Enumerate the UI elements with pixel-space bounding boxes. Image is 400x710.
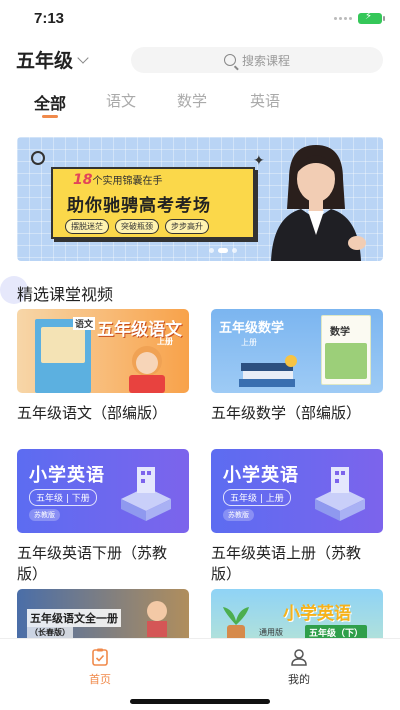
thumb-title: 小学英语 — [223, 465, 299, 486]
isometric-building-icon — [121, 467, 171, 521]
reading-girl-icon — [129, 346, 165, 393]
tab-math[interactable]: 数学 — [177, 90, 207, 111]
course-card[interactable]: 小学英语 五年级 | 下册 苏教版 五年级英语下册（苏教版） — [17, 449, 189, 585]
status-time: 7:13 — [34, 10, 65, 27]
signal-icon — [334, 17, 352, 20]
thumb-note: 上册 — [157, 337, 173, 346]
thumb-sub: （长春版） — [27, 627, 73, 638]
top-header: 五年级 搜索课程 — [0, 44, 400, 78]
thumb-sub: 数学 — [330, 327, 350, 338]
status-bar: 7:13 ⚡ — [0, 0, 400, 40]
banner-tag: 突破瓶颈 — [115, 219, 159, 234]
books-stack-icon — [239, 355, 297, 387]
tab-active-indicator — [42, 115, 58, 118]
thumb-title: 小学英语 — [283, 604, 351, 624]
banner-pagination — [209, 248, 237, 253]
course-thumbnail: 五年级语文 语文 上册 — [17, 309, 189, 393]
home-clipboard-icon — [92, 648, 108, 666]
chevron-down-icon — [77, 51, 89, 64]
course-thumbnail: 小学英语 五年级 | 上册 苏教版 — [211, 449, 383, 533]
thumb-title: 小学英语 — [29, 465, 105, 486]
course-card[interactable]: 五年级数学 上册 数学 五年级数学（部编版） — [211, 309, 383, 424]
course-card[interactable]: 小学英语 五年级 | 上册 苏教版 五年级英语上册（苏教版） — [211, 449, 383, 585]
banner-number: 18 — [73, 172, 93, 188]
course-title: 五年级英语上册（苏教版） — [211, 544, 362, 583]
thumb-sub: 五年级 | 下册 — [29, 489, 97, 506]
banner-headline: 助你驰骋高考考场 — [67, 196, 211, 216]
banner-top-line: 18个实用锦囊在手 — [73, 172, 162, 188]
thumb-sub: 语文 — [73, 317, 96, 330]
thumb-note: 上册 — [241, 338, 257, 347]
thumb-title: 五年级语文全一册 — [27, 609, 121, 627]
banner-tags: 摆脱迷茫 突破瓶颈 步步高升 — [65, 219, 209, 234]
promo-banner[interactable]: ✦ 18个实用锦囊在手 助你驰骋高考考场 摆脱迷茫 突破瓶颈 步步高升 — [17, 137, 383, 261]
banner-tag: 步步高升 — [165, 219, 209, 234]
thumb-note: 苏教版 — [223, 509, 254, 521]
course-title: 五年级英语下册（苏教版） — [17, 544, 168, 583]
search-placeholder: 搜索课程 — [241, 53, 290, 68]
course-title: 五年级语文（部编版） — [17, 404, 168, 422]
course-thumbnail: 小学英语 五年级 | 下册 苏教版 — [17, 449, 189, 533]
thumb-sub: 五年级 | 上册 — [223, 489, 291, 506]
banner-top-text: 个实用锦囊在手 — [92, 176, 163, 187]
isometric-building-icon — [315, 467, 365, 521]
thumb-title: 五年级数学 — [219, 321, 285, 336]
tab-chinese[interactable]: 语文 — [106, 90, 136, 111]
banner-headline-card: 18个实用锦囊在手 助你驰骋高考考场 摆脱迷茫 突破瓶颈 步步高升 — [51, 167, 255, 239]
tab-english[interactable]: 英语 — [250, 90, 280, 111]
teacher-illustration — [271, 145, 366, 261]
search-bar[interactable]: 搜索课程 — [131, 47, 383, 73]
grade-label: 五年级 — [16, 50, 74, 72]
nav-profile[interactable]: 我的 — [259, 647, 339, 687]
tab-all[interactable]: 全部 — [34, 90, 66, 114]
subject-tabs: 全部 语文 数学 英语 — [0, 88, 400, 128]
section-title: 精选课堂视频 — [17, 285, 114, 304]
grade-selector[interactable]: 五年级 — [16, 46, 89, 73]
status-icons: ⚡ — [334, 11, 385, 24]
course-title: 五年级数学（部编版） — [211, 404, 362, 422]
course-thumbnail: 五年级数学 上册 数学 — [211, 309, 383, 393]
nav-home-label: 首页 — [89, 673, 111, 686]
banner-circle-decoration — [31, 151, 45, 165]
banner-tag: 摆脱迷茫 — [65, 219, 109, 234]
sprout-icon — [223, 607, 249, 641]
home-indicator — [130, 699, 270, 704]
thumb-note: 苏教版 — [29, 509, 60, 521]
nav-home[interactable]: 首页 — [60, 647, 140, 687]
search-icon — [223, 54, 236, 66]
course-card[interactable]: 五年级语文 语文 上册 五年级语文（部编版） — [17, 309, 189, 424]
battery-icon: ⚡ — [358, 11, 385, 24]
thumb-sub: 通用版 — [259, 628, 283, 637]
kids-illustration — [147, 601, 167, 637]
nav-profile-label: 我的 — [288, 673, 310, 686]
user-icon — [291, 649, 307, 666]
